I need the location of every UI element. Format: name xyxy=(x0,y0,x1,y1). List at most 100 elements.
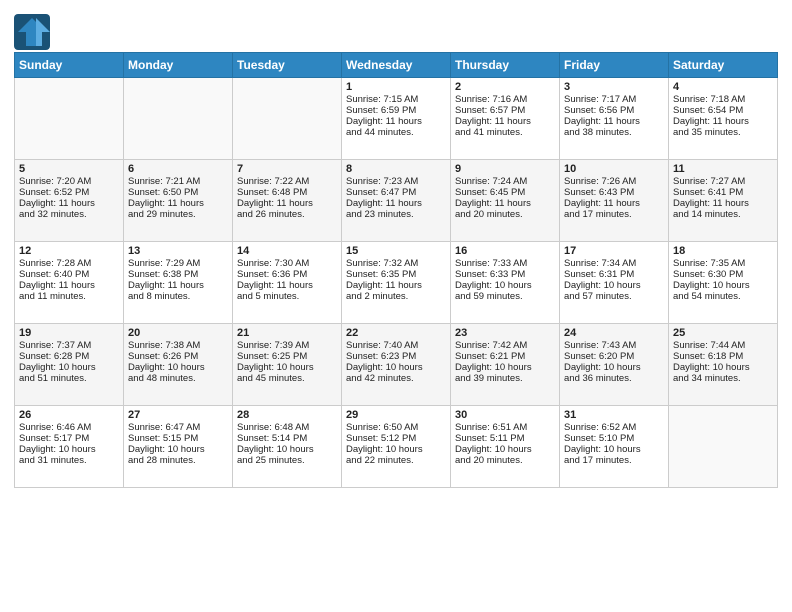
day-cell: 2Sunrise: 7:16 AMSunset: 6:57 PMDaylight… xyxy=(451,78,560,160)
day-info: Sunrise: 7:23 AM xyxy=(346,176,446,187)
column-header-tuesday: Tuesday xyxy=(233,53,342,78)
day-info: and 39 minutes. xyxy=(455,373,555,384)
day-info: Sunrise: 6:50 AM xyxy=(346,422,446,433)
day-info: and 36 minutes. xyxy=(564,373,664,384)
day-info: and 48 minutes. xyxy=(128,373,228,384)
day-info: and 5 minutes. xyxy=(237,291,337,302)
day-info: Daylight: 10 hours xyxy=(673,362,773,373)
day-number: 24 xyxy=(564,327,664,339)
day-info: and 44 minutes. xyxy=(346,127,446,138)
day-info: and 31 minutes. xyxy=(19,455,119,466)
day-cell: 30Sunrise: 6:51 AMSunset: 5:11 PMDayligh… xyxy=(451,406,560,488)
day-cell xyxy=(124,78,233,160)
day-info: Sunrise: 6:52 AM xyxy=(564,422,664,433)
day-info: Daylight: 10 hours xyxy=(564,362,664,373)
day-info: Daylight: 11 hours xyxy=(237,198,337,209)
column-header-monday: Monday xyxy=(124,53,233,78)
day-cell xyxy=(15,78,124,160)
day-info: Sunset: 6:52 PM xyxy=(19,187,119,198)
day-number: 30 xyxy=(455,409,555,421)
day-number: 10 xyxy=(564,163,664,175)
day-info: Sunrise: 7:15 AM xyxy=(346,94,446,105)
day-info: Sunset: 6:41 PM xyxy=(673,187,773,198)
day-number: 4 xyxy=(673,81,773,93)
day-info: Daylight: 11 hours xyxy=(346,280,446,291)
header xyxy=(14,10,778,50)
day-info: Sunrise: 7:20 AM xyxy=(19,176,119,187)
day-cell: 11Sunrise: 7:27 AMSunset: 6:41 PMDayligh… xyxy=(669,160,778,242)
day-info: Sunset: 6:23 PM xyxy=(346,351,446,362)
day-info: Sunset: 6:47 PM xyxy=(346,187,446,198)
day-info: Sunset: 6:50 PM xyxy=(128,187,228,198)
day-info: and 28 minutes. xyxy=(128,455,228,466)
day-number: 12 xyxy=(19,245,119,257)
day-info: Sunrise: 7:32 AM xyxy=(346,258,446,269)
day-info: Daylight: 11 hours xyxy=(19,198,119,209)
day-info: Sunset: 6:33 PM xyxy=(455,269,555,280)
day-info: Sunrise: 6:46 AM xyxy=(19,422,119,433)
day-info: Sunrise: 7:42 AM xyxy=(455,340,555,351)
day-info: Sunrise: 7:28 AM xyxy=(19,258,119,269)
day-info: Sunset: 5:15 PM xyxy=(128,433,228,444)
day-cell: 24Sunrise: 7:43 AMSunset: 6:20 PMDayligh… xyxy=(560,324,669,406)
day-cell xyxy=(233,78,342,160)
day-cell: 22Sunrise: 7:40 AMSunset: 6:23 PMDayligh… xyxy=(342,324,451,406)
day-number: 11 xyxy=(673,163,773,175)
day-info: Daylight: 10 hours xyxy=(19,444,119,455)
day-number: 21 xyxy=(237,327,337,339)
day-cell: 25Sunrise: 7:44 AMSunset: 6:18 PMDayligh… xyxy=(669,324,778,406)
day-cell: 19Sunrise: 7:37 AMSunset: 6:28 PMDayligh… xyxy=(15,324,124,406)
day-info: and 57 minutes. xyxy=(564,291,664,302)
day-cell: 18Sunrise: 7:35 AMSunset: 6:30 PMDayligh… xyxy=(669,242,778,324)
day-info: Daylight: 10 hours xyxy=(346,444,446,455)
day-cell: 29Sunrise: 6:50 AMSunset: 5:12 PMDayligh… xyxy=(342,406,451,488)
day-info: Sunset: 6:57 PM xyxy=(455,105,555,116)
day-info: Daylight: 11 hours xyxy=(346,198,446,209)
day-info: Daylight: 10 hours xyxy=(564,444,664,455)
day-info: Sunset: 6:45 PM xyxy=(455,187,555,198)
day-cell: 7Sunrise: 7:22 AMSunset: 6:48 PMDaylight… xyxy=(233,160,342,242)
day-info: and 45 minutes. xyxy=(237,373,337,384)
day-info: and 42 minutes. xyxy=(346,373,446,384)
day-info: Sunset: 6:35 PM xyxy=(346,269,446,280)
day-number: 16 xyxy=(455,245,555,257)
day-cell: 28Sunrise: 6:48 AMSunset: 5:14 PMDayligh… xyxy=(233,406,342,488)
day-info: Daylight: 10 hours xyxy=(564,280,664,291)
day-info: Sunset: 6:54 PM xyxy=(673,105,773,116)
day-number: 3 xyxy=(564,81,664,93)
day-info: Sunset: 5:10 PM xyxy=(564,433,664,444)
day-number: 26 xyxy=(19,409,119,421)
day-info: Sunrise: 7:43 AM xyxy=(564,340,664,351)
day-info: Daylight: 10 hours xyxy=(455,444,555,455)
day-info: Daylight: 10 hours xyxy=(237,444,337,455)
day-info: Sunset: 5:14 PM xyxy=(237,433,337,444)
day-info: and 2 minutes. xyxy=(346,291,446,302)
day-info: Sunrise: 7:24 AM xyxy=(455,176,555,187)
week-row-1: 1Sunrise: 7:15 AMSunset: 6:59 PMDaylight… xyxy=(15,78,778,160)
day-number: 9 xyxy=(455,163,555,175)
day-info: and 8 minutes. xyxy=(128,291,228,302)
day-number: 2 xyxy=(455,81,555,93)
day-cell: 6Sunrise: 7:21 AMSunset: 6:50 PMDaylight… xyxy=(124,160,233,242)
day-info: Sunset: 6:56 PM xyxy=(564,105,664,116)
day-info: Sunset: 6:28 PM xyxy=(19,351,119,362)
column-header-sunday: Sunday xyxy=(15,53,124,78)
day-info: and 22 minutes. xyxy=(346,455,446,466)
day-cell: 23Sunrise: 7:42 AMSunset: 6:21 PMDayligh… xyxy=(451,324,560,406)
day-cell: 8Sunrise: 7:23 AMSunset: 6:47 PMDaylight… xyxy=(342,160,451,242)
day-info: and 32 minutes. xyxy=(19,209,119,220)
day-number: 1 xyxy=(346,81,446,93)
logo-icon xyxy=(14,14,50,50)
day-info: and 11 minutes. xyxy=(19,291,119,302)
day-info: and 17 minutes. xyxy=(564,455,664,466)
day-info: Daylight: 10 hours xyxy=(128,444,228,455)
day-info: Sunset: 6:31 PM xyxy=(564,269,664,280)
day-cell: 27Sunrise: 6:47 AMSunset: 5:15 PMDayligh… xyxy=(124,406,233,488)
day-info: Sunrise: 7:37 AM xyxy=(19,340,119,351)
day-info: Sunset: 5:11 PM xyxy=(455,433,555,444)
column-header-wednesday: Wednesday xyxy=(342,53,451,78)
day-number: 23 xyxy=(455,327,555,339)
day-number: 6 xyxy=(128,163,228,175)
day-info: Sunrise: 7:35 AM xyxy=(673,258,773,269)
day-cell: 4Sunrise: 7:18 AMSunset: 6:54 PMDaylight… xyxy=(669,78,778,160)
